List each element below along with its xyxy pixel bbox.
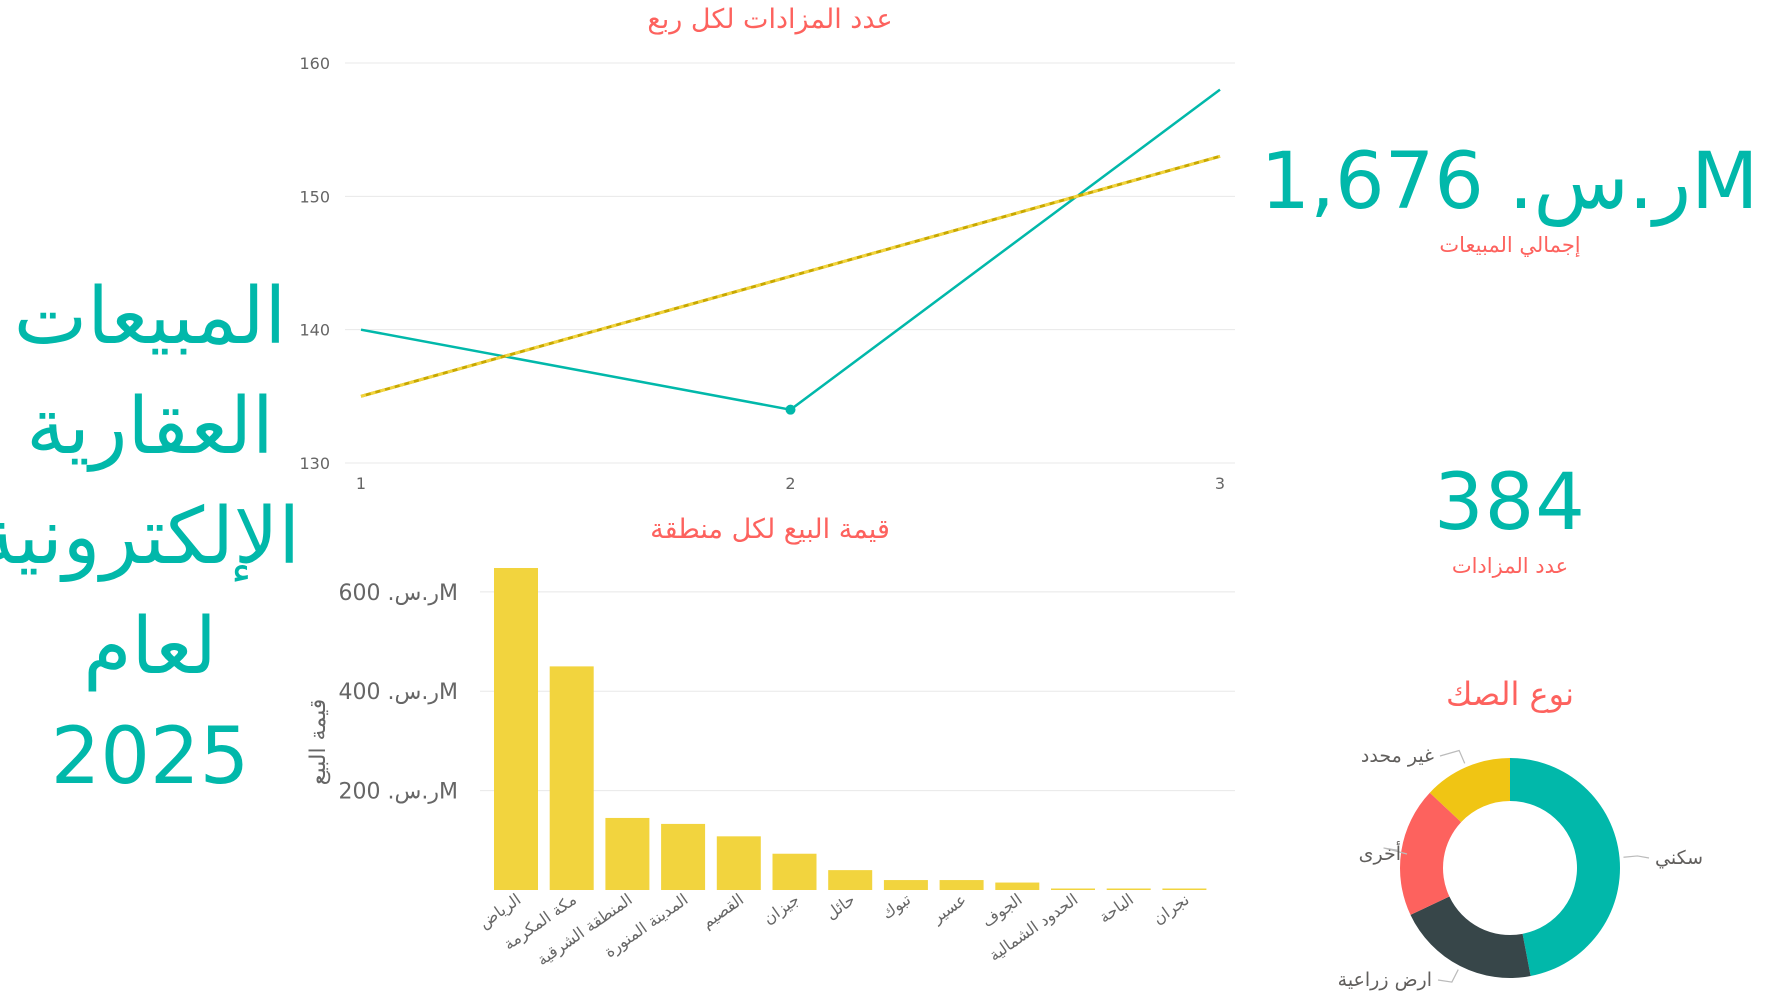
donut-leader-line [1439,749,1466,764]
donut-label: أخرى [1359,841,1401,865]
donut-chart[interactable]: سكني ارض زراعية أخرى غير محدد [0,0,1780,1007]
donut-label: غير محدد [1361,745,1434,767]
donut-leader-line [1437,969,1459,983]
donut-slice[interactable] [1510,758,1620,977]
donut-leader-line [1623,855,1650,859]
donut-label: ارض زراعية [1338,969,1432,991]
donut-label: سكني [1655,847,1703,869]
donut-slice[interactable] [1410,896,1531,978]
